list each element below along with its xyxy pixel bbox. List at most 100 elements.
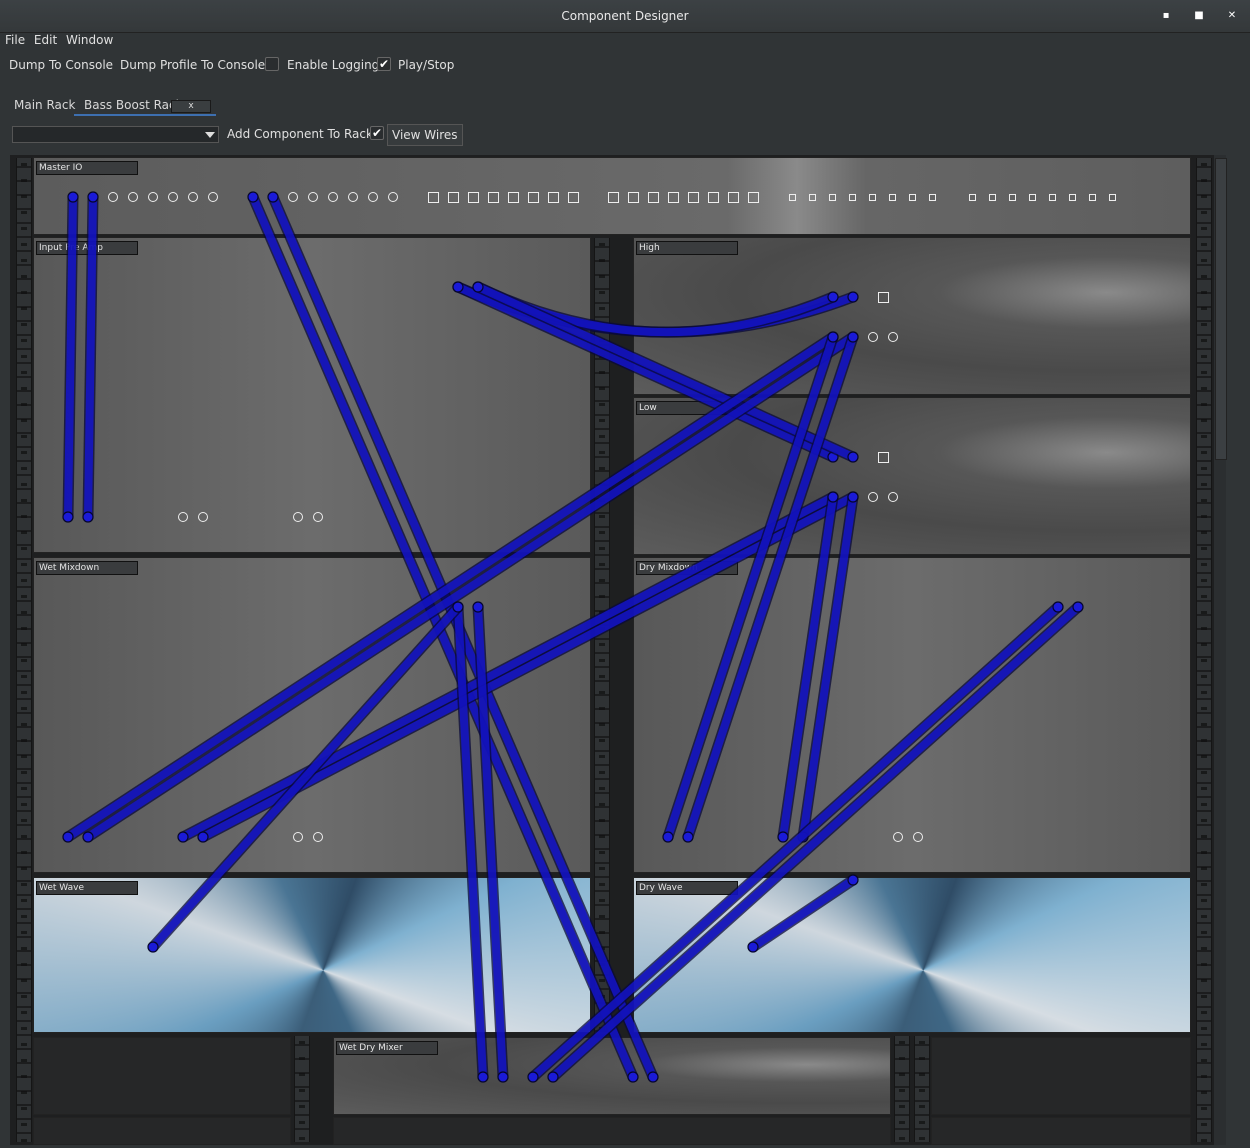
control-port-small[interactable] xyxy=(888,193,896,201)
menu-edit[interactable]: Edit xyxy=(34,33,57,47)
jack-port[interactable] xyxy=(288,192,298,202)
module-wet-wave[interactable]: Wet Wave xyxy=(33,877,591,1033)
control-port-small[interactable] xyxy=(908,193,916,201)
jack-port[interactable] xyxy=(368,192,378,202)
jack-port[interactable] xyxy=(473,602,483,612)
jack-port[interactable] xyxy=(828,452,838,462)
jack-port[interactable] xyxy=(1053,602,1063,612)
control-port[interactable] xyxy=(747,191,759,203)
control-port-small[interactable] xyxy=(828,193,836,201)
view-wires-button[interactable]: View Wires xyxy=(387,124,463,146)
jack-port[interactable] xyxy=(848,292,858,302)
jack-port[interactable] xyxy=(88,192,98,202)
jack-port[interactable] xyxy=(828,332,838,342)
jack-port[interactable] xyxy=(268,192,278,202)
close-button[interactable]: ✕ xyxy=(1224,8,1240,24)
control-port[interactable] xyxy=(707,191,719,203)
jack-port[interactable] xyxy=(453,602,463,612)
jack-port[interactable] xyxy=(888,332,898,342)
control-port[interactable] xyxy=(877,451,889,463)
control-port[interactable] xyxy=(627,191,639,203)
jack-port[interactable] xyxy=(868,332,878,342)
jack-port[interactable] xyxy=(198,832,208,842)
jack-port[interactable] xyxy=(1073,602,1083,612)
control-port-small[interactable] xyxy=(928,193,936,201)
jack-port[interactable] xyxy=(778,832,788,842)
jack-port[interactable] xyxy=(83,512,93,522)
jack-port[interactable] xyxy=(498,1072,508,1082)
control-port[interactable] xyxy=(667,191,679,203)
control-port-small[interactable] xyxy=(1028,193,1036,201)
jack-port[interactable] xyxy=(293,512,303,522)
control-port-small[interactable] xyxy=(1068,193,1076,201)
jack-port[interactable] xyxy=(313,832,323,842)
scrollbar-thumb[interactable] xyxy=(1215,158,1227,460)
control-port-small[interactable] xyxy=(1008,193,1016,201)
jack-port[interactable] xyxy=(313,512,323,522)
jack-port[interactable] xyxy=(168,192,178,202)
module-low[interactable]: Low xyxy=(633,397,1191,555)
view-wires-checkbox[interactable]: ✔ xyxy=(370,126,384,140)
control-port[interactable] xyxy=(687,191,699,203)
jack-port[interactable] xyxy=(888,492,898,502)
jack-port[interactable] xyxy=(848,452,858,462)
menu-window[interactable]: Window xyxy=(66,33,113,47)
tab-close-button[interactable]: x xyxy=(171,100,211,113)
jack-port[interactable] xyxy=(648,1072,658,1082)
module-dry-wave[interactable]: Dry Wave xyxy=(633,877,1191,1033)
jack-port[interactable] xyxy=(388,192,398,202)
control-port[interactable] xyxy=(547,191,559,203)
control-port[interactable] xyxy=(727,191,739,203)
control-port[interactable] xyxy=(427,191,439,203)
jack-port[interactable] xyxy=(663,832,673,842)
jack-port[interactable] xyxy=(63,832,73,842)
control-port-small[interactable] xyxy=(788,193,796,201)
control-port[interactable] xyxy=(447,191,459,203)
jack-port[interactable] xyxy=(348,192,358,202)
jack-port[interactable] xyxy=(63,512,73,522)
control-port-small[interactable] xyxy=(808,193,816,201)
jack-port[interactable] xyxy=(178,512,188,522)
control-port-small[interactable] xyxy=(968,193,976,201)
tab-main-rack[interactable]: Main Rack xyxy=(14,94,75,116)
jack-port[interactable] xyxy=(208,192,218,202)
jack-port[interactable] xyxy=(68,192,78,202)
jack-port[interactable] xyxy=(798,832,808,842)
jack-port[interactable] xyxy=(913,832,923,842)
jack-port[interactable] xyxy=(848,492,858,502)
jack-port[interactable] xyxy=(198,512,208,522)
control-port-small[interactable] xyxy=(1048,193,1056,201)
jack-port[interactable] xyxy=(748,942,758,952)
jack-port[interactable] xyxy=(473,282,483,292)
dump-to-console-button[interactable]: Dump To Console xyxy=(9,58,113,72)
jack-port[interactable] xyxy=(628,1072,638,1082)
jack-port[interactable] xyxy=(453,282,463,292)
jack-port[interactable] xyxy=(828,292,838,302)
control-port-small[interactable] xyxy=(1108,193,1116,201)
add-component-button[interactable]: Add Component To Rack xyxy=(227,127,373,141)
jack-port[interactable] xyxy=(868,492,878,502)
control-port[interactable] xyxy=(877,291,889,303)
jack-port[interactable] xyxy=(248,192,258,202)
component-select[interactable] xyxy=(12,126,219,143)
module-wet-dry-mixer[interactable]: Wet Dry Mixer xyxy=(333,1037,891,1115)
jack-port[interactable] xyxy=(148,942,158,952)
jack-port[interactable] xyxy=(108,192,118,202)
jack-port[interactable] xyxy=(893,832,903,842)
dump-profile-button[interactable]: Dump Profile To Console xyxy=(120,58,265,72)
module-high[interactable]: High xyxy=(633,237,1191,395)
jack-port[interactable] xyxy=(683,832,693,842)
control-port[interactable] xyxy=(567,191,579,203)
control-port[interactable] xyxy=(487,191,499,203)
control-port[interactable] xyxy=(647,191,659,203)
minimize-button[interactable]: ▪ xyxy=(1158,8,1174,24)
control-port-small[interactable] xyxy=(988,193,996,201)
control-port[interactable] xyxy=(607,191,619,203)
jack-port[interactable] xyxy=(308,192,318,202)
jack-port[interactable] xyxy=(328,192,338,202)
control-port[interactable] xyxy=(507,191,519,203)
jack-port[interactable] xyxy=(848,332,858,342)
enable-logging-checkbox[interactable] xyxy=(265,57,279,71)
jack-port[interactable] xyxy=(293,832,303,842)
maximize-button[interactable]: ■ xyxy=(1191,8,1207,24)
